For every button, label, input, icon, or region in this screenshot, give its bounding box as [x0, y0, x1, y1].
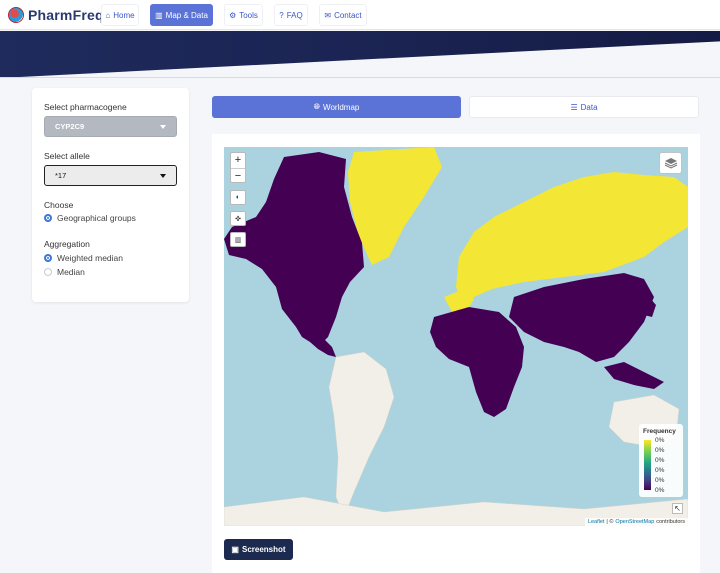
brand[interactable]: PharmFreq: [8, 5, 104, 25]
map-legend: Frequency 0% 0% 0% 0% 0% 0%: [639, 424, 683, 497]
zoom-in-button[interactable]: +: [231, 153, 245, 168]
region-africa: [430, 307, 524, 417]
allele-value: *17: [55, 171, 67, 180]
nav-contact[interactable]: ✉ Contact: [319, 4, 367, 26]
tab-data[interactable]: ☰ Data: [469, 96, 699, 118]
pharmacogene-select[interactable]: CYP2C9: [44, 116, 177, 137]
bar-chart-icon: ▥: [234, 236, 242, 244]
aggregation-label: Aggregation: [44, 239, 90, 249]
radio-geographical-groups[interactable]: Geographical groups: [44, 213, 136, 223]
envelope-icon: ✉: [324, 10, 332, 20]
radio-median[interactable]: Median: [44, 267, 85, 277]
locate-button[interactable]: ✜: [230, 211, 246, 226]
legend-value: 0%: [655, 477, 665, 484]
screenshot-button[interactable]: ▣ Screenshot: [224, 539, 293, 560]
radio-weighted-median[interactable]: Weighted median: [44, 253, 123, 263]
allele-select[interactable]: *17: [44, 165, 177, 186]
legend-gradient: [644, 440, 651, 490]
globe-icon: 🌐︎: [313, 102, 321, 111]
tab-worldmap-label: Worldmap: [323, 102, 360, 112]
globe-view-button[interactable]: ◐: [230, 190, 246, 205]
attribution-separator: | ©: [606, 519, 614, 525]
region-central-america: [310, 339, 336, 357]
tab-data-label: Data: [580, 102, 598, 112]
nav-map-data[interactable]: ▥ Map & Data: [150, 4, 213, 26]
allele-label: Select allele: [44, 151, 90, 161]
chevron-down-icon: [160, 174, 166, 178]
radio-indicator: [44, 214, 52, 222]
question-icon: ?: [279, 10, 284, 20]
leaflet-link[interactable]: Leaflet: [588, 519, 605, 526]
map-attribution: Leaflet | © OpenStreetMap contributors: [584, 518, 688, 527]
attribution-suffix: contributors: [656, 519, 685, 525]
gears-icon: ⚙: [229, 10, 237, 20]
nav-home[interactable]: ⌂ Home: [101, 4, 139, 26]
zoom-out-button[interactable]: −: [231, 168, 245, 183]
globe-logo-icon: [8, 7, 24, 23]
brand-name: PharmFreq: [28, 7, 104, 23]
screenshot-label: Screenshot: [241, 545, 286, 554]
zoom-control: + −: [230, 152, 246, 183]
chevron-down-icon: [160, 125, 166, 129]
radio-label: Geographical groups: [57, 213, 136, 223]
region-southeast-asia: [604, 362, 664, 389]
camera-icon: ▣: [231, 545, 239, 554]
region-south-america: [328, 351, 395, 518]
nav-contact-label: Contact: [334, 10, 362, 20]
sidebar-panel: Select pharmacogene CYP2C9 Select allele…: [32, 88, 189, 302]
layers-icon: [664, 158, 677, 169]
map-icon: ▥: [155, 10, 163, 20]
legend-value: 0%: [655, 487, 665, 494]
legend-value: 0%: [655, 457, 665, 464]
globe-icon: ◐: [235, 194, 241, 201]
resize-arrow-icon[interactable]: ↖: [672, 503, 683, 514]
legend-value: 0%: [655, 467, 665, 474]
choropleth-layer: [224, 147, 688, 526]
nav-tools-label: Tools: [239, 10, 258, 20]
home-icon: ⌂: [105, 10, 111, 20]
legend-value: 0%: [655, 447, 665, 454]
region-asia: [509, 273, 654, 362]
layers-button[interactable]: [659, 152, 682, 174]
world-map[interactable]: [224, 147, 688, 526]
radio-indicator: [44, 254, 52, 262]
legend-title: Frequency: [643, 428, 676, 435]
legend-value: 0%: [655, 437, 665, 444]
pharmacogene-value: CYP2C9: [55, 122, 85, 131]
radio-label: Weighted median: [57, 253, 123, 263]
banner-divider: [0, 77, 720, 78]
nav-faq[interactable]: ? FAQ: [274, 4, 308, 26]
list-icon: ☰: [570, 102, 578, 112]
pharmacogene-label: Select pharmacogene: [44, 102, 127, 112]
radio-label: Median: [57, 267, 85, 277]
radio-indicator: [44, 268, 52, 276]
choose-label: Choose: [44, 200, 74, 210]
header-banner: [0, 31, 720, 78]
nav-faq-label: FAQ: [286, 10, 303, 20]
nav-home-label: Home: [113, 10, 135, 20]
osm-link[interactable]: OpenStreetMap: [615, 519, 654, 526]
tab-worldmap[interactable]: 🌐︎ Worldmap: [212, 96, 461, 118]
chart-button[interactable]: ▥: [230, 232, 246, 247]
crosshair-icon: ✜: [235, 215, 241, 223]
nav-tools[interactable]: ⚙ Tools: [224, 4, 263, 26]
top-navbar: PharmFreq ⌂ Home ▥ Map & Data ⚙ Tools ? …: [0, 0, 720, 30]
nav-map-data-label: Map & Data: [165, 10, 208, 20]
